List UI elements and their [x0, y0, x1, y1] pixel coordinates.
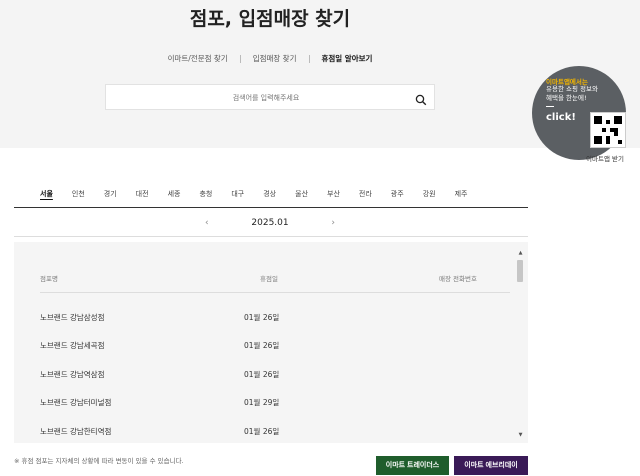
divider [14, 236, 528, 237]
divider [14, 207, 528, 208]
qr-code-icon [590, 112, 626, 148]
promo-text: 유용한 쇼핑 정보와 혜택을 한눈에! [546, 85, 598, 102]
region-tab-incheon[interactable]: 인천 [72, 189, 85, 199]
region-tab-gangwon[interactable]: 강원 [423, 189, 436, 199]
closed-date: 01월 26일 [244, 313, 280, 322]
promo-click: click! [546, 112, 576, 123]
region-tab-gyeonggi[interactable]: 경기 [104, 189, 117, 199]
store-name: 노브랜드 강남한티역점 [40, 427, 112, 436]
emart-traders-button[interactable]: 이마트 트레이더스 [376, 456, 449, 475]
store-name: 노브랜드 강남역삼점 [40, 370, 105, 379]
closed-date: 01월 29일 [244, 398, 280, 407]
header-store: 점포명 [40, 275, 58, 283]
tab-divider [239, 54, 241, 63]
region-tab-jeolla[interactable]: 전라 [359, 189, 372, 199]
closed-date: 01월 26일 [244, 427, 280, 436]
tab-emart-stores[interactable]: 이마트/전문점 찾기 [168, 53, 228, 64]
closing-days-table: 점포명 휴점일 매장 전화번호 노브랜드 강남삼성점 01월 26일 노브랜드 … [14, 242, 528, 443]
scroll-up-arrow-icon[interactable]: ▲ [517, 250, 524, 256]
footer-note: ※ 휴점 점포는 지자체의 상황에 따라 변동이 있을 수 있습니다. [14, 457, 184, 465]
store-name: 노브랜드 강남삼성점 [40, 313, 105, 322]
scroll-thumb[interactable] [517, 260, 523, 282]
region-tab-busan[interactable]: 부산 [327, 189, 340, 199]
search-box [105, 84, 435, 110]
tab-tenant-stores[interactable]: 입점매장 찾기 [253, 53, 297, 64]
promo-dash [546, 106, 554, 107]
tab-closing-days[interactable]: 휴점일 알아보기 [322, 53, 373, 64]
prev-month-chevron-icon[interactable]: ‹ [205, 218, 209, 228]
tab-divider [308, 54, 310, 63]
closed-date: 01월 26일 [244, 341, 280, 350]
region-tab-sejong[interactable]: 세종 [168, 189, 181, 199]
next-month-chevron-icon[interactable]: › [331, 218, 335, 228]
search-input[interactable] [106, 86, 406, 110]
header-closed: 휴점일 [260, 275, 278, 283]
header-divider [40, 292, 510, 293]
region-tab-daegu[interactable]: 대구 [231, 189, 244, 199]
region-tab-ulsan[interactable]: 울산 [295, 189, 308, 199]
region-tab-jeju[interactable]: 제주 [455, 189, 468, 199]
page-title: 점포, 입점매장 찾기 [189, 8, 351, 30]
header-phone: 매장 전화번호 [439, 275, 477, 283]
search-icon[interactable] [415, 91, 427, 106]
scroll-down-arrow-icon[interactable]: ▼ [517, 432, 524, 438]
region-tab-gwangju[interactable]: 광주 [391, 189, 404, 199]
qr-label: 이마트앱 받기 [586, 155, 624, 163]
store-name: 노브랜드 강남세곡점 [40, 341, 105, 350]
region-tabs: 서울 인천 경기 대전 세종 충청 대구 경상 울산 부산 전라 광주 강원 제… [40, 189, 486, 199]
region-tab-seoul[interactable]: 서울 [40, 189, 53, 199]
store-name: 노브랜드 강남터미널점 [40, 398, 112, 407]
region-tab-gyeongsang[interactable]: 경상 [263, 189, 276, 199]
month-navigator: ‹ 2025.01 › [205, 218, 335, 228]
region-tab-daejeon[interactable]: 대전 [136, 189, 149, 199]
emart-everyday-button[interactable]: 이마트 에브리데이 [454, 456, 528, 475]
tab-bar: 이마트/전문점 찾기 입점매장 찾기 휴점일 알아보기 [0, 53, 540, 64]
scrollbar[interactable]: ▲ ▼ [517, 250, 524, 438]
region-tab-chungcheong[interactable]: 충청 [199, 189, 212, 199]
current-month: 2025.01 [251, 218, 289, 228]
closed-date: 01월 26일 [244, 370, 280, 379]
